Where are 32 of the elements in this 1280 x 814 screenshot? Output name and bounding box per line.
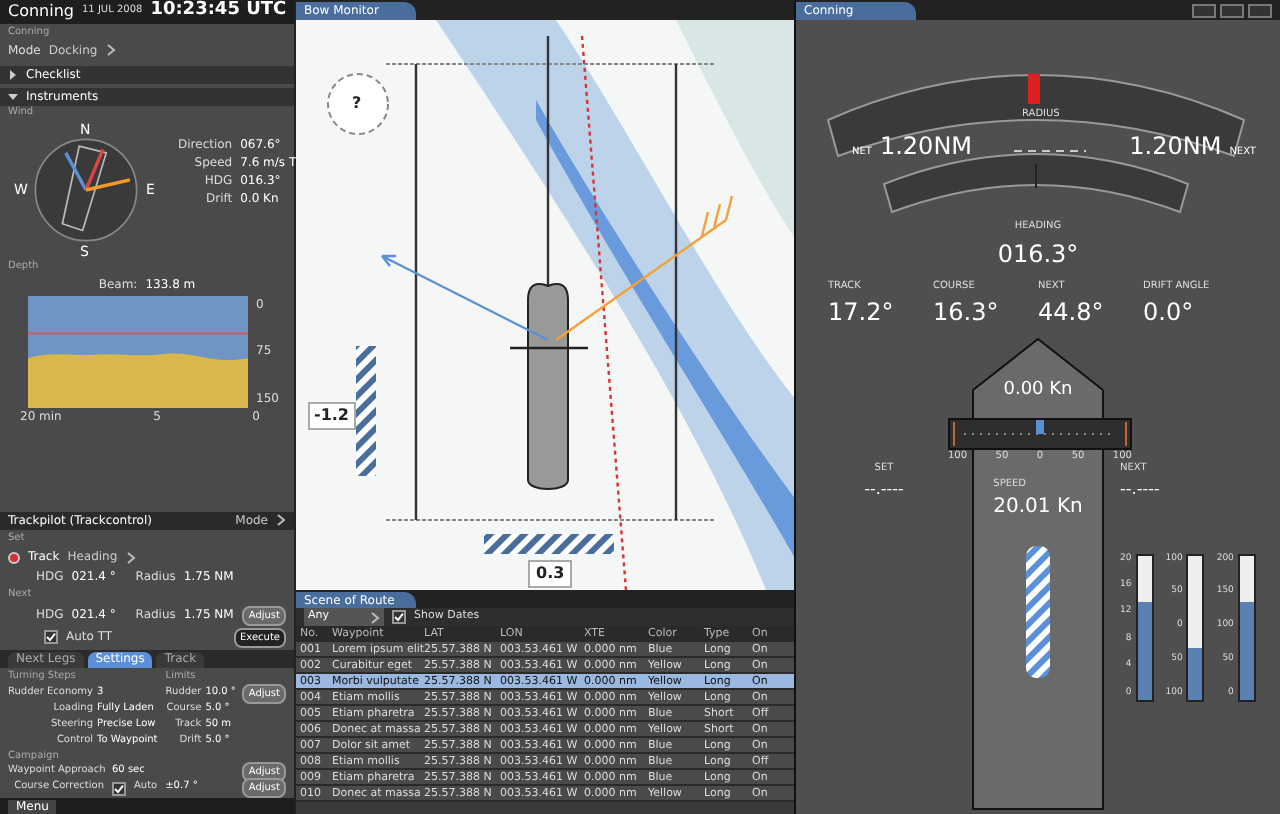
- caret-icon: [8, 91, 18, 101]
- set-value: --.----: [864, 477, 904, 501]
- rot-speed-value: 0.00 Kn: [1003, 378, 1073, 404]
- angle-value: 44.8°: [1038, 296, 1106, 330]
- speed-value: 20.01 Kn: [993, 494, 1083, 522]
- checkbox[interactable]: [112, 781, 126, 795]
- angle-value: 17.2°: [828, 296, 896, 330]
- radio-button[interactable]: [8, 551, 20, 563]
- longitudinal-offset-value: 0.3: [528, 560, 573, 588]
- chevron-icon: [370, 611, 380, 623]
- chevron-icon: [105, 44, 116, 56]
- dash-line-icon: [1014, 148, 1087, 154]
- angle-value: 16.3°: [933, 296, 1001, 330]
- checkbox[interactable]: [392, 610, 406, 624]
- net-distance: 1.20NM: [879, 130, 973, 164]
- angle-value: 0.0°: [1143, 296, 1196, 330]
- checkbox[interactable]: [44, 630, 58, 644]
- window-control-icon[interactable]: [1220, 4, 1244, 18]
- help-symbol: ?: [352, 92, 362, 116]
- window-control-icon[interactable]: [1192, 4, 1216, 18]
- next-distance: 1.20NM: [1129, 130, 1222, 164]
- wind-compass-drawing: [32, 136, 140, 244]
- hatched-speed-bar-icon: [1026, 546, 1050, 678]
- panel-title: Conning: [8, 0, 74, 24]
- next-value: --.----: [1120, 477, 1160, 501]
- caret-icon: [8, 69, 18, 79]
- window-control-icon[interactable]: [1248, 4, 1272, 18]
- chevron-icon: [125, 551, 136, 563]
- chevron-icon: [276, 514, 286, 526]
- clock-time: 10:23:45 UTC: [150, 0, 287, 25]
- heading-value: 016.3°: [997, 237, 1079, 271]
- lateral-offset-value: -1.2: [308, 402, 355, 430]
